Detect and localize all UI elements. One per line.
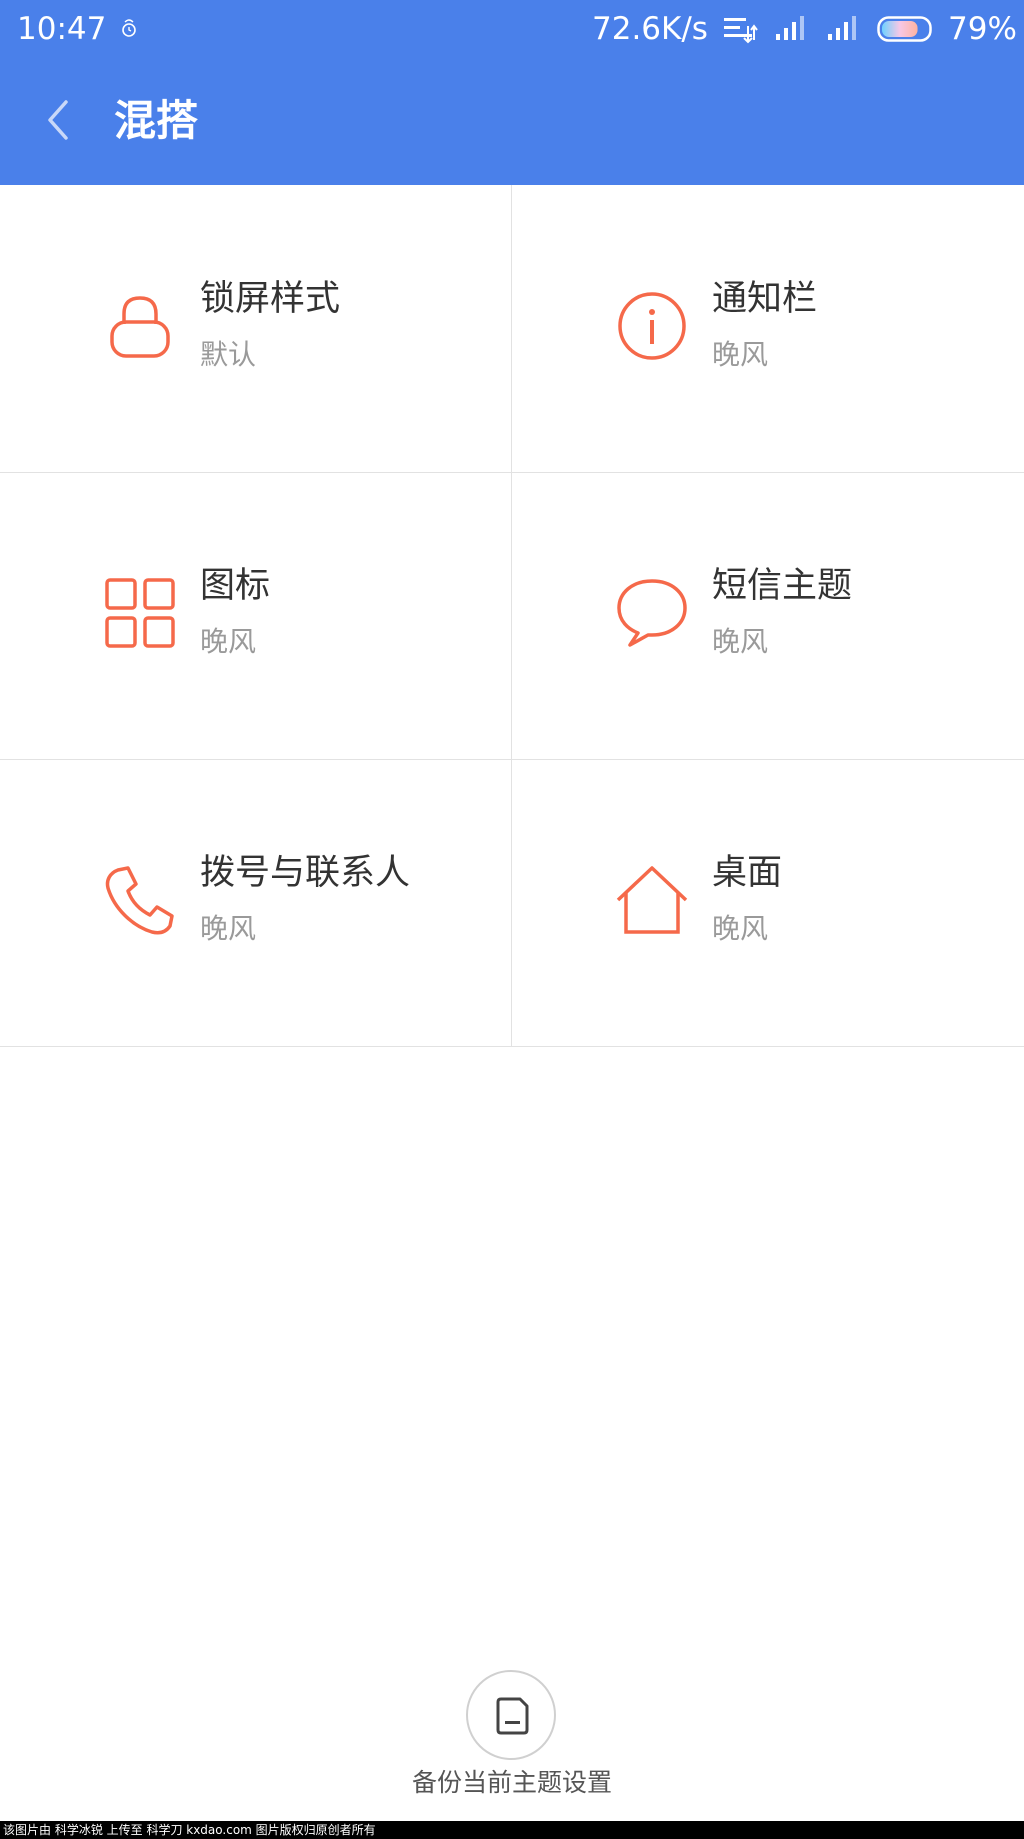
grid-item-value: 默认: [200, 338, 257, 371]
watermark-text: 该图片由 科学冰锐 上传至 科学刀 kxdao.com 图片版权归原创者所有: [0, 1821, 1024, 1839]
signal-icon: [776, 16, 804, 40]
grid-item-dialer-contacts[interactable]: 拨号与联系人 晚风: [0, 759, 511, 1046]
theme-mix-grid: 锁屏样式 默认 通知栏 晚风 图标 晚风 短信主题 晚风 拨号与联系人 晚风 桌…: [0, 185, 1024, 1047]
grid-icon: [105, 578, 175, 648]
grid-item-sms-theme[interactable]: 短信主题 晚风: [512, 472, 1023, 759]
grid-item-title: 锁屏样式: [200, 279, 341, 319]
signal-icon: [828, 16, 856, 40]
status-time: 10:47: [17, 11, 107, 47]
battery-percent: 79%: [948, 11, 1017, 47]
grid-item-desktop[interactable]: 桌面 晚风: [512, 759, 1023, 1046]
grid-item-notification-bar[interactable]: 通知栏 晚风: [512, 185, 1023, 472]
grid-item-value: 晚风: [200, 625, 257, 658]
top-bar: 10:47 72.6K/s 79% 混搭: [0, 0, 1024, 185]
backup-theme-label: 备份当前主题设置: [411, 1768, 612, 1797]
grid-item-lock-screen[interactable]: 锁屏样式 默认: [0, 185, 511, 472]
home-icon: [616, 866, 688, 934]
grid-item-title: 拨号与联系人: [200, 853, 411, 893]
grid-item-title: 短信主题: [712, 566, 853, 606]
grid-item-title: 通知栏: [712, 279, 818, 319]
grid-item-title: 桌面: [712, 853, 783, 893]
phone-icon: [105, 866, 174, 935]
chat-bubble-icon: [617, 579, 687, 647]
battery-icon: [877, 16, 932, 42]
chevron-left-icon: [48, 100, 68, 140]
screen: 10:47 72.6K/s 79% 混搭 锁屏样式 默认 通知栏 晚风 图标 晚…: [0, 0, 1024, 1839]
grid-item-title: 图标: [200, 566, 271, 606]
network-speed: 72.6K/s: [592, 11, 708, 47]
grid-item-value: 晚风: [200, 912, 257, 945]
alarm-icon: [122, 19, 136, 37]
lock-icon: [110, 296, 170, 358]
grid-item-icons[interactable]: 图标 晚风: [0, 472, 511, 759]
save-card-icon: [496, 1697, 529, 1735]
back-button[interactable]: [36, 92, 82, 148]
page-title: 混搭: [114, 96, 199, 145]
backup-theme-button[interactable]: [466, 1670, 556, 1760]
data-transfer-icon: [724, 18, 758, 44]
grid-item-value: 晚风: [712, 338, 769, 371]
grid-item-value: 晚风: [712, 912, 769, 945]
info-icon: [618, 292, 686, 360]
grid-item-value: 晚风: [712, 625, 769, 658]
